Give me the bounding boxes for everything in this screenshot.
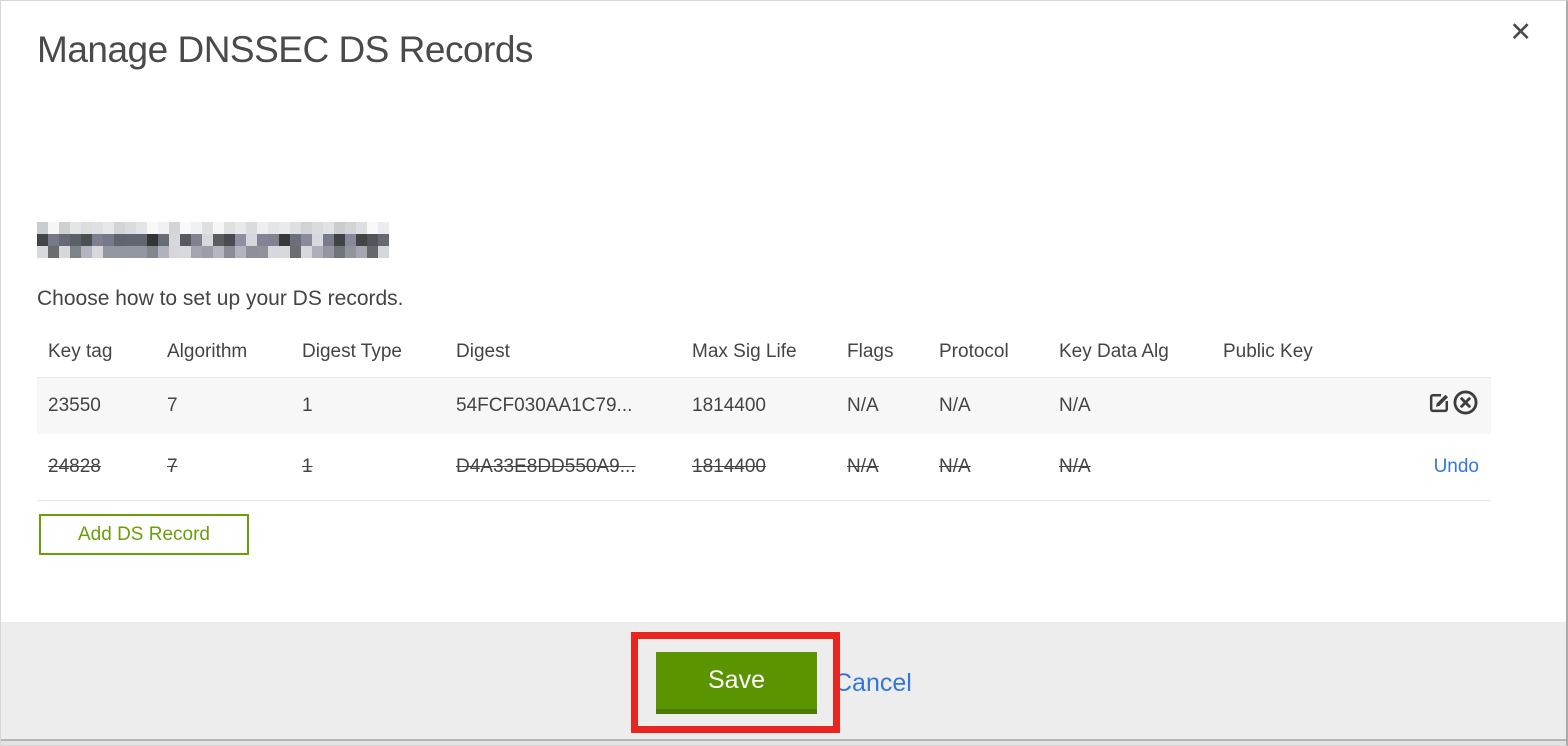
col-header-public-key: Public Key [1223,340,1313,362]
col-header-key-tag: Key tag [48,340,113,362]
cell-public-key [1223,434,1381,500]
dialog-bottom-edge [1,739,1566,745]
close-icon[interactable]: ✕ [1509,19,1532,46]
undo-link[interactable]: Undo [1434,456,1479,477]
dnssec-dialog: Manage DNSSEC DS Records ✕ Choose how to… [0,0,1568,746]
col-header-max-sig-life: Max Sig Life [692,340,797,362]
cell-protocol: N/A [939,455,971,477]
edit-icon[interactable] [1427,390,1452,421]
col-header-digest-type: Digest Type [302,340,402,362]
dialog-title: Manage DNSSEC DS Records [37,29,533,70]
cell-digest-type: 1 [302,455,313,477]
redacted-domain-name [37,222,389,258]
row-actions: Undo [1381,434,1491,500]
cell-algorithm: 7 [167,394,178,416]
add-ds-record-button[interactable]: Add DS Record [39,514,249,555]
cell-key-data-alg: N/A [1059,394,1091,416]
col-header-flags: Flags [847,340,894,362]
table-header-row: Key tag Algorithm Digest Type Digest Max… [37,327,1491,377]
col-header-actions [1381,327,1491,377]
pixelation-mosaic [37,222,389,258]
col-header-digest: Digest [456,340,510,362]
cell-key-data-alg: N/A [1059,455,1091,477]
col-header-key-data-alg: Key Data Alg [1059,340,1169,362]
cell-protocol: N/A [939,394,971,416]
cancel-link[interactable]: Cancel [834,669,912,698]
cell-max-sig-life: 1814400 [692,394,766,416]
cell-digest: D4A33E8DD550A9... [456,455,636,477]
cell-digest-type: 1 [302,394,313,416]
cell-key-tag: 24828 [48,455,101,477]
table-row-ds-record-2-deleted: 24828 7 1 D4A33E8DD550A9... 1814400 N/A … [37,434,1491,500]
cell-max-sig-life: 1814400 [692,455,766,477]
subtitle-text: Choose how to set up your DS records. [37,287,404,310]
table-row-ds-record-1: 23550 7 1 54FCF030AA1C79... 1814400 N/A … [37,377,1491,434]
cell-key-tag: 23550 [48,394,101,416]
col-header-protocol: Protocol [939,340,1009,362]
cell-algorithm: 7 [167,455,178,477]
remove-icon[interactable] [1452,389,1479,422]
row-actions [1381,377,1491,434]
ds-records-table: Key tag Algorithm Digest Type Digest Max… [37,327,1491,501]
cell-public-key [1223,377,1381,434]
cell-flags: N/A [847,455,879,477]
cell-flags: N/A [847,394,879,416]
save-button[interactable]: Save [656,652,817,714]
cell-digest: 54FCF030AA1C79... [456,394,633,416]
col-header-algorithm: Algorithm [167,340,248,362]
